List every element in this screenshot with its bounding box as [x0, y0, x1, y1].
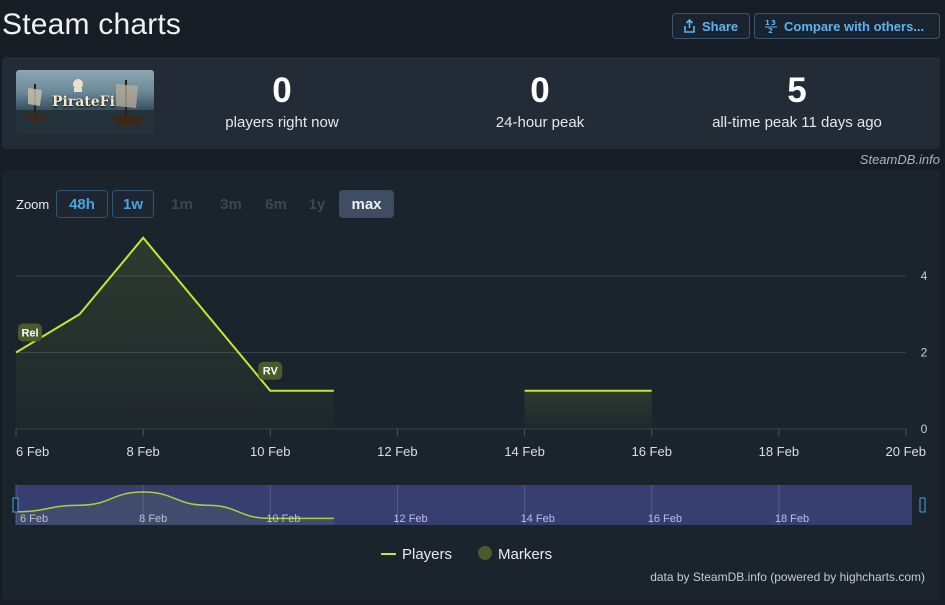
stat-24h-peak: 0 24-hour peak: [420, 70, 660, 131]
navigator-tick-label: 14 Feb: [521, 513, 555, 525]
navigator-handle-left[interactable]: [12, 497, 19, 513]
steamdb-credit[interactable]: SteamDB.info: [860, 152, 940, 167]
stat-label: all-time peak 11 days ago: [712, 114, 882, 131]
x-tick-label: 20 Feb: [886, 444, 926, 459]
share-icon: [683, 19, 696, 33]
game-logo-text: PirateFi: [52, 94, 115, 110]
svg-text:2: 2: [768, 27, 773, 34]
x-tick-label: 6 Feb: [16, 444, 49, 459]
stats-panel: PirateFi 0 players right now 0 24-hour p…: [2, 57, 940, 149]
stat-all-time-peak: 5 all-time peak 11 days ago: [677, 70, 917, 131]
legend-swatch-markers: [478, 546, 492, 560]
player-chart[interactable]: Rel RV 6 Feb 8 Feb 10 Feb 12 Feb 14 Feb 16 Feb…: [2, 170, 940, 600]
stat-label: players right now: [225, 114, 339, 131]
chart-panel: Zoom 48h 1w 1m 3m 6m 1y max Rel RV 6 Feb 8 Feb 10…: [2, 170, 940, 600]
y-tick-label: 2: [921, 345, 928, 359]
marker-label: Rel: [21, 327, 38, 339]
x-tick-label: 14 Feb: [504, 444, 544, 459]
navigator-handle-right[interactable]: [919, 497, 926, 513]
stat-value: 0: [530, 71, 550, 110]
stat-label: 24-hour peak: [495, 114, 585, 131]
svg-text:1: 1: [765, 19, 770, 27]
stat-value: 0: [272, 71, 292, 110]
navigator-tick-label: 18 Feb: [775, 513, 809, 525]
legend-item-markers[interactable]: Markers: [478, 546, 552, 563]
stat-value: 5: [787, 71, 807, 110]
y-tick-label: 4: [921, 269, 928, 283]
x-tick-label: 8 Feb: [127, 444, 160, 459]
navigator-tick-label: 12 Feb: [393, 513, 427, 525]
players-area: [524, 390, 652, 429]
stat-players-now: 0 players right now: [162, 70, 402, 131]
compare-button[interactable]: 132 Compare with others...: [754, 13, 940, 39]
compare-label: Compare with others...: [784, 18, 925, 34]
legend-label-markers: Markers: [498, 546, 552, 563]
share-button[interactable]: Share: [672, 13, 750, 39]
marker-flag[interactable]: Rel: [18, 323, 42, 342]
players-area: [16, 237, 334, 429]
marker-flag[interactable]: RV: [258, 361, 283, 380]
compare-icon: 132: [765, 18, 778, 34]
svg-text:3: 3: [771, 19, 776, 27]
highcharts-credit[interactable]: data by SteamDB.info (powered by highcha…: [650, 570, 925, 584]
share-label: Share: [702, 18, 739, 34]
legend-label-players: Players: [402, 546, 452, 563]
y-tick-label: 0: [921, 422, 928, 436]
legend-item-players[interactable]: Players: [381, 546, 452, 563]
game-thumbnail[interactable]: PirateFi: [16, 70, 154, 134]
marker-label: RV: [263, 366, 279, 378]
x-tick-label: 16 Feb: [631, 444, 671, 459]
x-tick-label: 10 Feb: [250, 444, 290, 459]
x-tick-label: 12 Feb: [377, 444, 417, 459]
navigator-tick-label: 16 Feb: [648, 513, 682, 525]
x-tick-label: 18 Feb: [759, 444, 799, 459]
page-title: Steam charts: [2, 8, 182, 41]
